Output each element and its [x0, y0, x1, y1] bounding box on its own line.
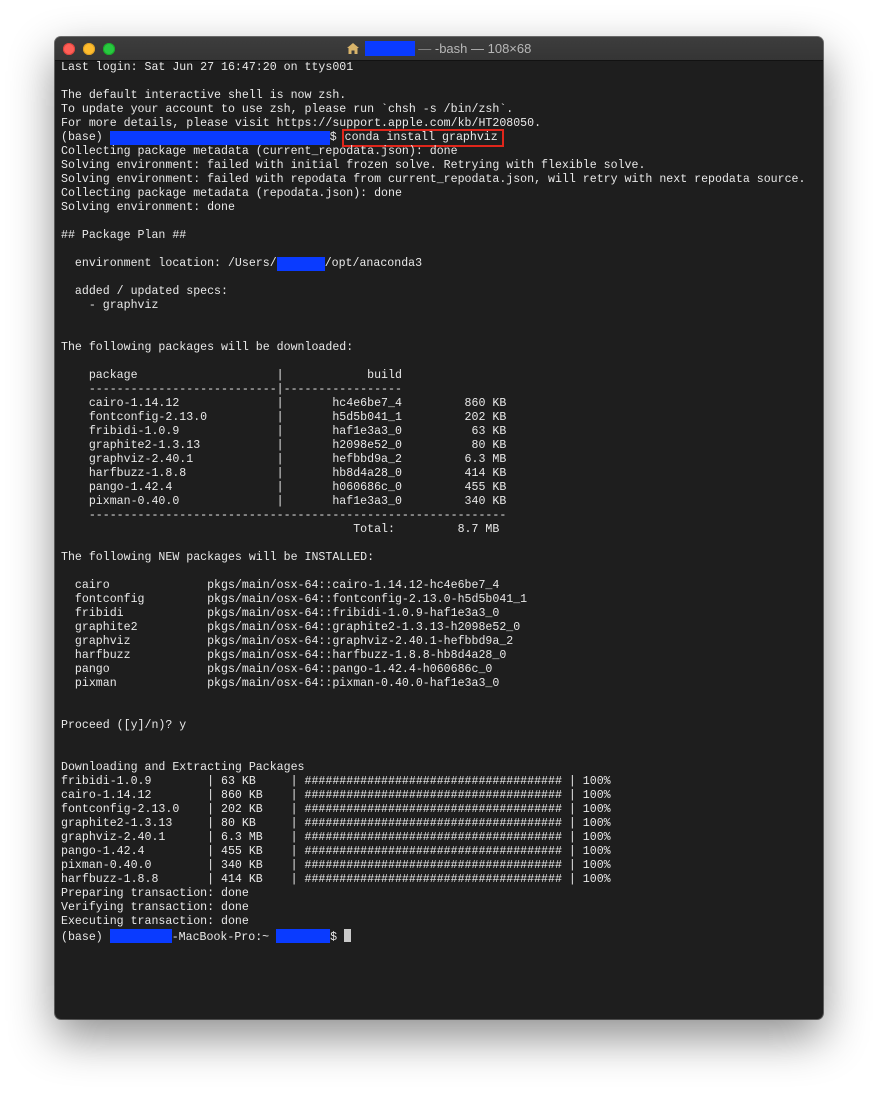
- conda-output-line: - graphviz: [61, 299, 159, 312]
- redacted-hostname: [109, 131, 330, 145]
- conda-output-line: Solving environment: done: [61, 201, 235, 214]
- conda-output-line: The following packages will be downloade…: [61, 341, 354, 354]
- download-progress-row: fontconfig-2.13.0 | 202 KB | ###########…: [61, 803, 611, 816]
- environment-location-line: environment location: /Users/ /opt/anacon…: [61, 257, 819, 271]
- install-list-row: graphite2 pkgs/main/osx-64::graphite2-1.…: [61, 621, 521, 634]
- install-list-row: fribidi pkgs/main/osx-64::fribidi-1.0.9-…: [61, 607, 500, 620]
- prompt-symbol: $: [330, 931, 344, 944]
- window-title-area: — -bash — 108×68: [55, 37, 823, 60]
- download-progress-row: fribidi-1.0.9 | 63 KB | ################…: [61, 775, 611, 788]
- install-list-header: The following NEW packages will be INSTA…: [61, 551, 375, 564]
- title-bar[interactable]: — -bash — 108×68: [55, 37, 823, 61]
- text-cursor: [344, 929, 351, 942]
- install-list-row: pixman pkgs/main/osx-64::pixman-0.40.0-h…: [61, 677, 500, 690]
- redacted-username: [364, 41, 415, 56]
- download-progress-row: cairo-1.14.12 | 860 KB | ###############…: [61, 789, 611, 802]
- transaction-status-line: Preparing transaction: done: [61, 887, 249, 900]
- login-message-line: [61, 75, 819, 89]
- install-list-row: cairo pkgs/main/osx-64::cairo-1.14.12-hc…: [61, 579, 500, 592]
- conda-output-line: ## Package Plan ##: [61, 229, 187, 242]
- prompt-env: (base): [61, 931, 110, 944]
- conda-output-line: Solving environment: failed with initial…: [61, 159, 646, 172]
- conda-output-line: [61, 271, 819, 285]
- download-table-row: harfbuzz-1.8.8 | hb8d4a28_0 414 KB: [61, 467, 507, 480]
- conda-output-line: [61, 215, 819, 229]
- download-progress-row: pixman-0.40.0 | 340 KB | ###############…: [61, 859, 611, 872]
- env-location-suffix: /opt/anaconda3: [324, 257, 423, 270]
- window-title: -bash — 108×68: [434, 41, 532, 56]
- login-message-line: The default interactive shell is now zsh…: [61, 89, 347, 102]
- proceed-prompt-line: Proceed ([y]/n)? y: [61, 719, 187, 732]
- download-progress-row: pango-1.42.4 | 455 KB | ################…: [61, 845, 611, 858]
- conda-output-line: [61, 313, 819, 327]
- conda-output-line: [61, 327, 819, 341]
- conda-output-line: Collecting package metadata (repodata.js…: [61, 187, 402, 200]
- prompt-env: (base): [61, 131, 110, 144]
- download-progress-row: harfbuzz-1.8.8 | 414 KB | ##############…: [61, 873, 611, 886]
- download-table-row: graphviz-2.40.1 | hefbbd9a_2 6.3 MB: [61, 453, 507, 466]
- command-prompt-line: (base) $ conda install graphviz: [61, 129, 819, 147]
- download-table-rule: ---------------------------|------------…: [61, 383, 402, 396]
- download-table-row: pango-1.42.4 | h060686c_0 455 KB: [61, 481, 507, 494]
- download-progress-row: graphite2-1.3.13 | 80 KB | #############…: [61, 817, 611, 830]
- transaction-status-line: Verifying transaction: done: [61, 901, 249, 914]
- download-table-row: graphite2-1.3.13 | h2098e52_0 80 KB: [61, 439, 507, 452]
- install-list-row: pango pkgs/main/osx-64::pango-1.42.4-h06…: [61, 663, 493, 676]
- download-progress-header: Downloading and Extracting Packages: [61, 761, 305, 774]
- login-message-line: Last login: Sat Jun 27 16:47:20 on ttys0…: [61, 61, 354, 74]
- terminal-window: — -bash — 108×68 Last login: Sat Jun 27 …: [55, 37, 823, 1019]
- conda-output-line: [61, 243, 819, 257]
- redacted-username: [276, 257, 325, 271]
- install-list-row: harfbuzz pkgs/main/osx-64::harfbuzz-1.8.…: [61, 649, 507, 662]
- download-total-row: Total: 8.7 MB: [61, 523, 500, 536]
- install-list-row: fontconfig pkgs/main/osx-64::fontconfig-…: [61, 593, 528, 606]
- conda-output-line: Solving environment: failed with repodat…: [61, 173, 806, 186]
- final-prompt-line: (base) -MacBook-Pro:~ $: [61, 929, 819, 944]
- redacted-hostname: [109, 929, 172, 943]
- download-table-row: fribidi-1.0.9 | haf1e3a3_0 63 KB: [61, 425, 507, 438]
- prompt-host: -MacBook-Pro:~: [171, 931, 277, 944]
- highlighted-command: conda install graphviz: [341, 129, 504, 147]
- conda-output-line: [61, 355, 819, 369]
- conda-output-line: Collecting package metadata (current_rep…: [61, 145, 458, 158]
- download-table-rule: ----------------------------------------…: [61, 509, 507, 522]
- redacted-username: [276, 929, 331, 943]
- download-table-row: cairo-1.14.12 | hc4e6be7_4 860 KB: [61, 397, 507, 410]
- download-table-row: fontconfig-2.13.0 | h5d5b041_1 202 KB: [61, 411, 507, 424]
- login-message-line: To update your account to use zsh, pleas…: [61, 103, 514, 116]
- prompt-symbol: $: [329, 131, 344, 144]
- terminal-output[interactable]: Last login: Sat Jun 27 16:47:20 on ttys0…: [61, 61, 819, 1019]
- download-table-row: pixman-0.40.0 | haf1e3a3_0 340 KB: [61, 495, 507, 508]
- conda-output-line: added / updated specs:: [61, 285, 228, 298]
- download-table-header: package | build: [61, 369, 402, 382]
- download-progress-row: graphviz-2.40.1 | 6.3 MB | #############…: [61, 831, 611, 844]
- home-folder-icon: [346, 43, 359, 54]
- env-location-prefix: environment location: /Users/: [61, 257, 277, 270]
- login-message-line: For more details, please visit https://s…: [61, 117, 542, 130]
- transaction-status-line: Executing transaction: done: [61, 915, 249, 928]
- install-list-row: graphviz pkgs/main/osx-64::graphviz-2.40…: [61, 635, 514, 648]
